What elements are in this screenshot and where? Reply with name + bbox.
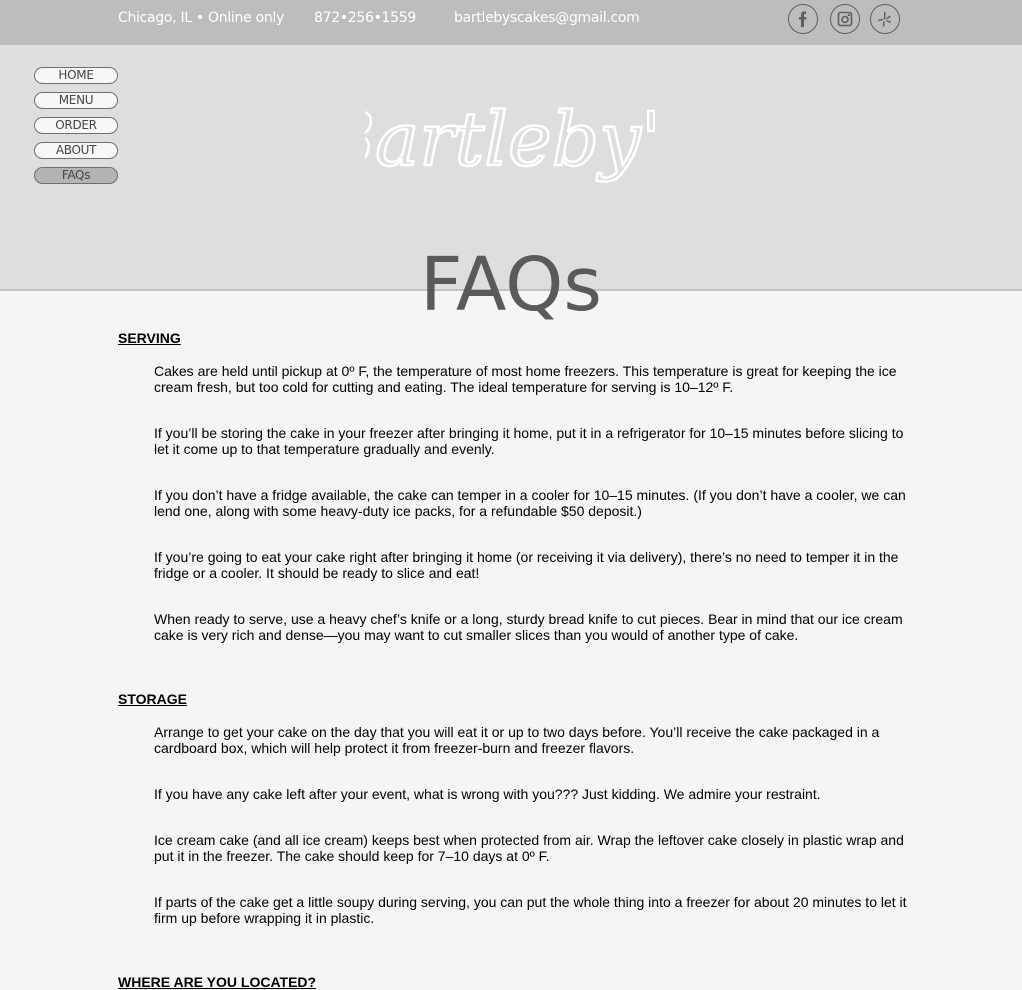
nav-menu-button[interactable]: MENU [34, 92, 118, 109]
faq-paragraph: When ready to serve, use a heavy chef’s … [154, 611, 903, 643]
nav-home-button[interactable]: HOME [34, 67, 118, 84]
faq-paragraph: Arrange to get your cake on the day that… [154, 724, 880, 756]
faq-paragraph: If you have any cake left after your eve… [154, 786, 821, 802]
faq-paragraph: If you don’t have a fridge available, th… [154, 487, 906, 519]
nav-faqs-button[interactable]: FAQs [34, 167, 118, 184]
header: HOME MENU ORDER ABOUT FAQs Bartleby's FA… [0, 45, 1022, 328]
instagram-icon[interactable] [830, 4, 860, 34]
section-heading-storage: STORAGE [118, 691, 187, 707]
facebook-icon[interactable] [788, 4, 818, 34]
yelp-icon[interactable] [870, 4, 900, 34]
bartlebys-logo[interactable]: Bartleby's [365, 97, 655, 207]
nav-order-button[interactable]: ORDER [34, 117, 118, 134]
faq-paragraph: Cakes are held until pickup at 0º F, the… [154, 363, 897, 395]
nav-about-button[interactable]: ABOUT [34, 142, 118, 159]
section-heading-location: WHERE ARE YOU LOCATED? [118, 974, 317, 990]
faq-paragraph: If you’ll be storing the cake in your fr… [154, 425, 904, 457]
faq-paragraph: If you’re going to eat your cake right a… [154, 549, 899, 581]
section-heading-serving: SERVING [118, 330, 181, 346]
top-info-bar: Chicago, IL • Online only 872•256•1559 b… [0, 0, 1022, 45]
svg-text:Bartleby's: Bartleby's [365, 97, 655, 183]
faq-content: SERVING Cakes are held until pickup at 0… [118, 330, 908, 990]
phone-link[interactable]: 872•256•1559 [314, 10, 416, 26]
location-text: Chicago, IL • Online only [118, 10, 284, 26]
faq-paragraph: Ice cream cake (and all ice cream) keeps… [154, 832, 904, 864]
faq-paragraph: If parts of the cake get a little soupy … [154, 894, 907, 926]
email-link[interactable]: bartlebyscakes@gmail.com [454, 10, 640, 26]
page-title: FAQs [420, 242, 602, 328]
